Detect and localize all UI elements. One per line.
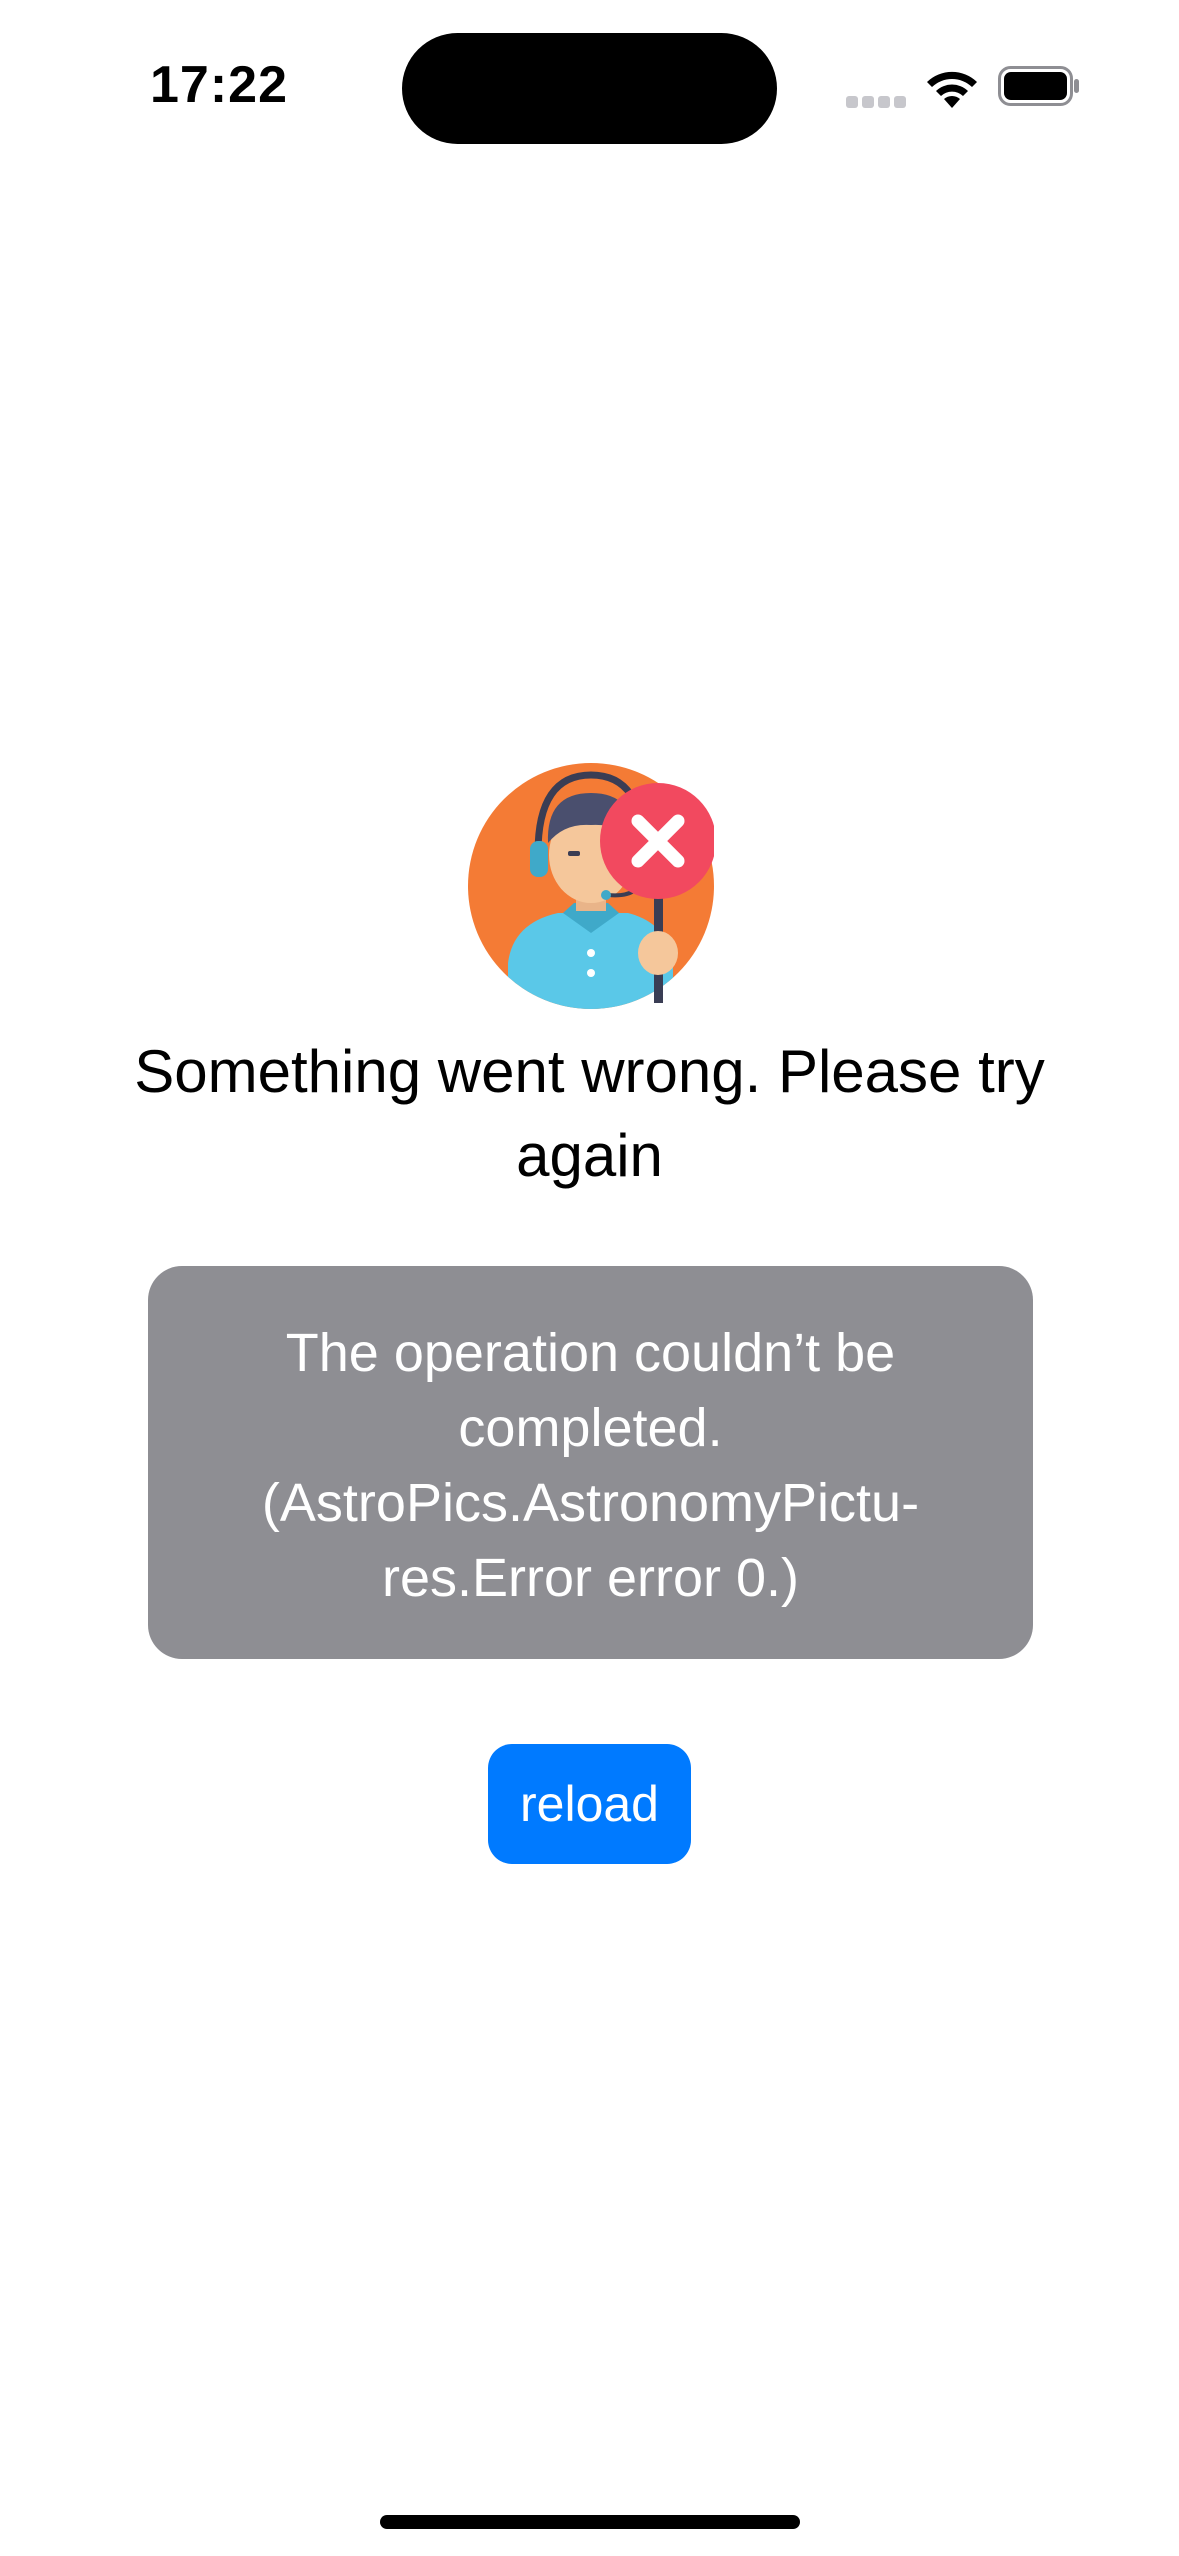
error-message-text: The operation couldn’t be completed. (As…	[261, 1323, 920, 1608]
reload-button[interactable]: reload	[488, 1744, 691, 1864]
error-message-box: The operation couldn’t be completed. (As…	[148, 1266, 1033, 1659]
dynamic-island	[402, 33, 777, 144]
wifi-icon	[927, 71, 977, 108]
cellular-signal-icon	[846, 96, 906, 108]
home-indicator[interactable]	[380, 2515, 800, 2529]
battery-icon	[998, 66, 1079, 106]
status-time: 17:22	[150, 56, 288, 114]
status-bar: 17:22	[0, 0, 1179, 180]
support-agent-error-icon	[468, 763, 714, 1009]
error-title: Something went wrong. Please try again	[134, 1038, 1045, 1189]
